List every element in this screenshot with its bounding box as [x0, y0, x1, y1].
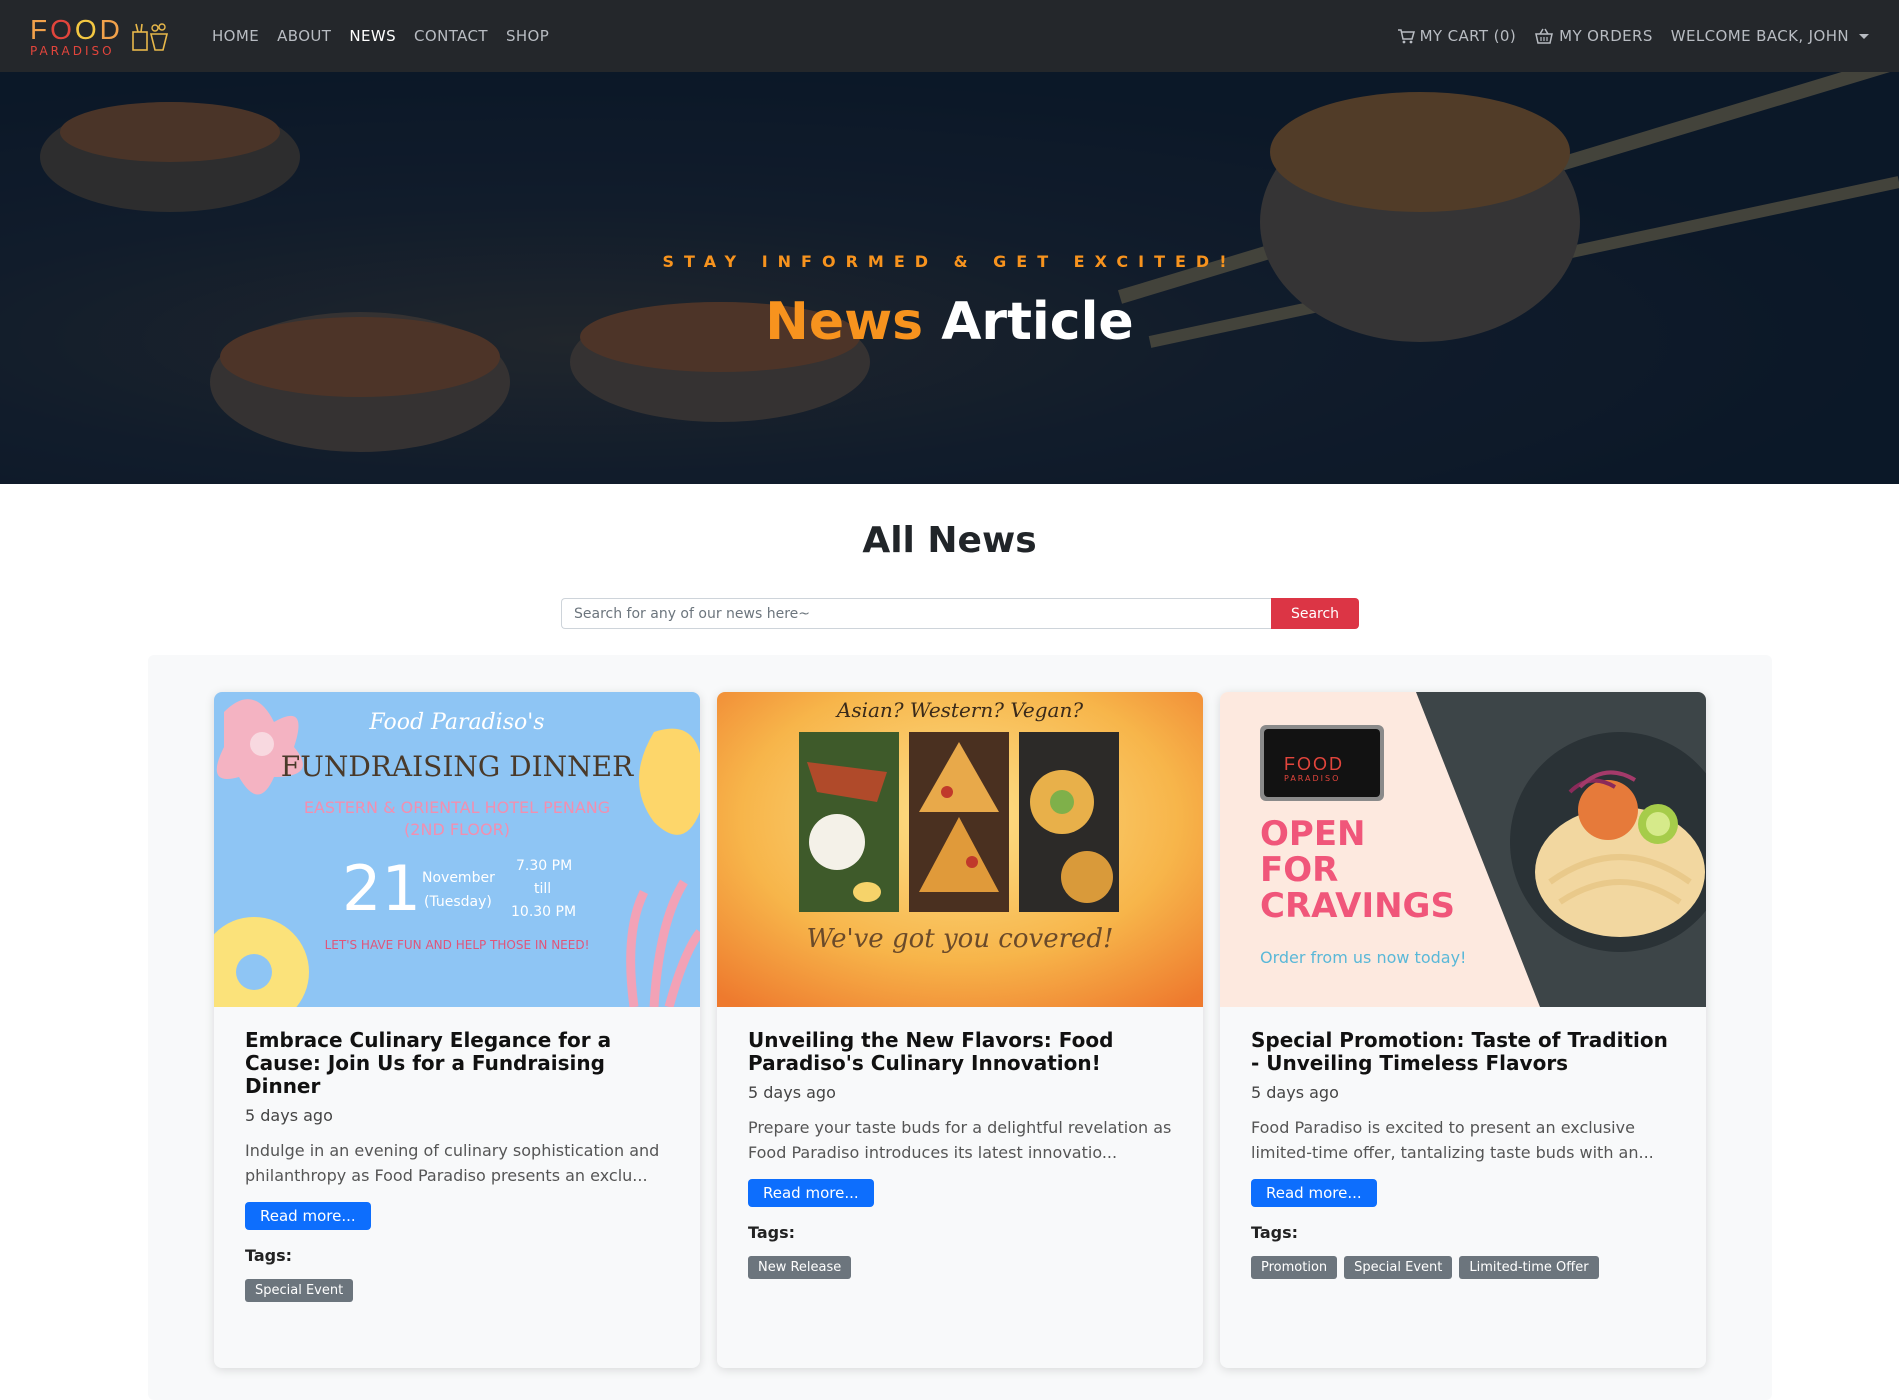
tags-label: Tags: [1251, 1223, 1299, 1242]
brand-wordmark: FOOD PARADISO [30, 13, 123, 58]
card-body: Embrace Culinary Elegance for a Cause: J… [214, 1007, 700, 1302]
tags-label: Tags: [245, 1246, 293, 1265]
nav-news[interactable]: NEWS [349, 27, 396, 45]
news-card: Asian? Western? Vegan? We've got you cov… [717, 692, 1203, 1368]
poster-background [717, 692, 1203, 1007]
nav-cart[interactable]: MY CART (0) [1397, 27, 1517, 45]
news-search-form: Search [561, 598, 1359, 629]
nav-home[interactable]: HOME [212, 27, 259, 45]
brand-name-bottom: PARADISO [30, 43, 115, 58]
promo-logo: FOOD [1284, 754, 1344, 774]
poster-venue-floor: (2ND FLOOR) [404, 820, 510, 839]
read-more-button[interactable]: Read more... [1251, 1179, 1377, 1207]
card-body: Special Promotion: Taste of Tradition - … [1220, 1007, 1706, 1279]
promo-line-3: CRAVINGS [1260, 886, 1455, 926]
tag-badge[interactable]: Special Event [1344, 1256, 1453, 1279]
card-excerpt: Indulge in an evening of culinary sophis… [245, 1141, 660, 1185]
tag-badge[interactable]: Limited-time Offer [1459, 1256, 1599, 1279]
promo-line-2: FOR [1260, 850, 1339, 890]
navbar: FOOD PARADISO HOME ABOUT NEWS CONTACT SH… [0, 0, 1899, 72]
brand-logo[interactable]: FOOD PARADISO [30, 8, 190, 64]
card-date: 5 days ago [245, 1106, 333, 1125]
brand-name-top: FOOD [30, 13, 123, 45]
news-card: Food Paradiso's FUNDRAISING DINNER EASTE… [214, 692, 700, 1368]
cart-icon [1397, 29, 1415, 44]
nav-orders[interactable]: MY ORDERS [1534, 27, 1653, 45]
news-card: FOOD PARADISO OPEN FOR CRAVINGS Order fr… [1220, 692, 1706, 1368]
card-body: Unveiling the New Flavors: Food Paradiso… [717, 1007, 1203, 1279]
read-more-button[interactable]: Read more... [245, 1202, 371, 1230]
poster-heading: FUNDRAISING DINNER [280, 750, 634, 783]
poster-top-text: Asian? Western? Vegan? [836, 698, 1084, 722]
poster-day: 21 [342, 852, 421, 925]
tag-list: Promotion Special Event Limited-time Off… [1251, 1256, 1675, 1279]
tag-badge[interactable]: New Release [748, 1256, 852, 1279]
user-menu-toggle[interactable]: WELCOME BACK, JOHN [1671, 27, 1869, 45]
tag-list: Special Event [245, 1279, 669, 1302]
nav-contact[interactable]: CONTACT [414, 27, 488, 45]
promo-logo-sub: PARADISO [1284, 774, 1341, 783]
user-nav: MY CART (0) MY ORDERS WELCOME BACK, JOHN [1379, 27, 1869, 45]
poster-footer: LET'S HAVE FUN AND HELP THOSE IN NEED! [324, 938, 590, 952]
fundraising-dinner-poster: Food Paradiso's FUNDRAISING DINNER EASTE… [214, 692, 700, 1007]
orders-label: MY ORDERS [1559, 27, 1653, 45]
hero-title-rest: Article [941, 292, 1134, 352]
card-date: 5 days ago [748, 1083, 836, 1102]
hero-overlay [0, 72, 1899, 484]
poster-background [214, 692, 700, 1007]
food-icon [132, 23, 168, 51]
card-date: 5 days ago [1251, 1083, 1339, 1102]
poster-bottom-text: We've got you covered! [806, 924, 1114, 954]
tag-badge[interactable]: Promotion [1251, 1256, 1338, 1279]
card-title[interactable]: Special Promotion: Taste of Tradition - … [1251, 1029, 1675, 1075]
promo-line-1: OPEN [1260, 814, 1366, 854]
tag-badge[interactable]: Special Event [245, 1279, 354, 1302]
basket-icon [1535, 28, 1554, 44]
poster-time-till: till [534, 881, 552, 897]
hero-banner: STAY INFORMED & GET EXCITED! News Articl… [0, 72, 1899, 484]
cart-label: MY CART (0) [1419, 27, 1517, 45]
card-excerpt: Food Paradiso is excited to present an e… [1251, 1118, 1654, 1162]
poster-time-start: 7.30 PM [516, 858, 573, 874]
news-search-input[interactable] [561, 598, 1271, 629]
nav-shop[interactable]: SHOP [506, 27, 549, 45]
poster-venue: EASTERN & ORIENTAL HOTEL PENANG [303, 798, 611, 817]
promo-cta: Order from us now today! [1260, 948, 1467, 967]
poster-time-end: 10.30 PM [511, 904, 577, 920]
section-title: All News [862, 520, 1037, 561]
welcome-label: WELCOME BACK, JOHN [1670, 27, 1849, 45]
tag-list: New Release [748, 1256, 1172, 1279]
read-more-button[interactable]: Read more... [748, 1179, 874, 1207]
poster-script: Food Paradiso's [369, 710, 545, 735]
card-excerpt: Prepare your taste buds for a delightful… [748, 1118, 1172, 1162]
hero-title: News Article [0, 292, 1899, 352]
new-flavors-poster: Asian? Western? Vegan? We've got you cov… [717, 692, 1203, 1007]
promotion-poster: FOOD PARADISO OPEN FOR CRAVINGS Order fr… [1220, 692, 1706, 1007]
poster-weekday: (Tuesday) [424, 894, 492, 910]
poster-month: November [422, 870, 495, 886]
card-title[interactable]: Embrace Culinary Elegance for a Cause: J… [245, 1029, 669, 1098]
card-title[interactable]: Unveiling the New Flavors: Food Paradiso… [748, 1029, 1172, 1075]
search-button[interactable]: Search [1271, 598, 1359, 629]
caret-down-icon [1859, 33, 1869, 39]
main-nav: HOME ABOUT NEWS CONTACT SHOP [212, 27, 567, 45]
hero-title-accent: News [765, 292, 924, 352]
hero-subtitle: STAY INFORMED & GET EXCITED! [662, 252, 1237, 271]
tags-label: Tags: [748, 1223, 796, 1242]
nav-about[interactable]: ABOUT [277, 27, 331, 45]
